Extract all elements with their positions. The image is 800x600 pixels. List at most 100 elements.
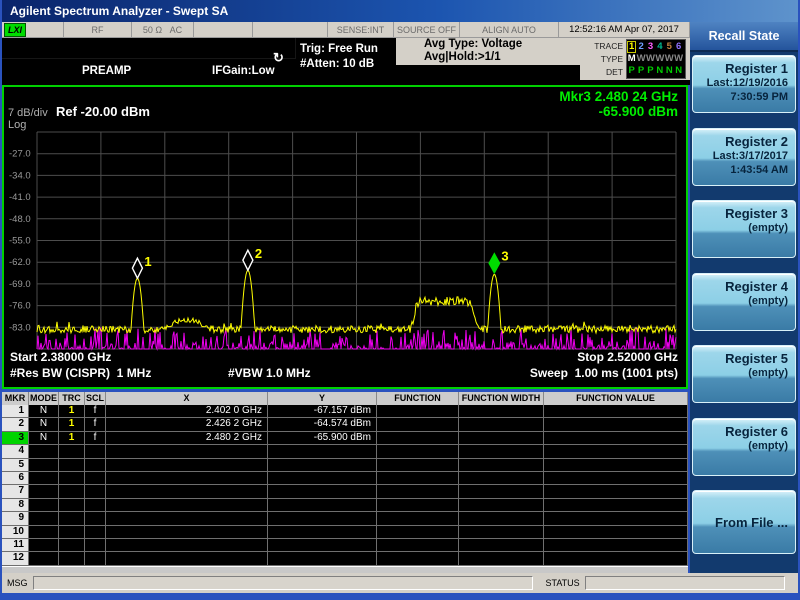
mt-cell: [106, 458, 268, 472]
annotation-area: Trig: Free Run #Atten: 10 dB PREAMP IFGa…: [2, 38, 690, 85]
window-title-bar[interactable]: Agilent Spectrum Analyzer - Swept SA: [2, 0, 798, 22]
col-header-y: Y: [268, 392, 377, 405]
status-cell-8: 12:52:16 AM Apr 07, 2017: [559, 22, 690, 37]
softkey-register-4[interactable]: Register 4 (empty): [692, 273, 796, 331]
mt-cell: [59, 552, 85, 565]
redacted-measurement-title: [2, 38, 296, 59]
y-tick-label: -76.0: [9, 301, 31, 312]
trace-6-number: 6: [676, 41, 682, 52]
marker-table: MKR MODE TRC SCL X Y FUNCTION FUNCTION WIDTH FUN…: [2, 392, 688, 566]
mt-cell: [459, 472, 544, 485]
mt-cell: [59, 525, 85, 539]
mt-cell: [29, 498, 59, 512]
softkey-register-5[interactable]: Register 5 (empty): [692, 345, 796, 403]
y-tick-label: -55.0: [9, 236, 31, 247]
mt-cell: [544, 458, 688, 472]
y-tick-label: -83.0: [9, 322, 31, 333]
start-freq-label: Start 2.38000 GHz: [10, 350, 112, 364]
trace-6-type-icon: W: [674, 53, 684, 64]
y-tick-label: -34.0: [9, 170, 31, 181]
mt-cell: [85, 552, 106, 565]
status-cell-0: LXI: [2, 22, 64, 37]
mt-cell: [377, 512, 459, 525]
marker-table-row-7: 7: [2, 485, 688, 499]
mt-cell: 9: [2, 512, 29, 525]
mt-cell: [59, 445, 85, 458]
separator-strip: [2, 566, 688, 573]
type-label: TYPE: [600, 54, 623, 64]
marker-table-row-6: 6: [2, 472, 688, 486]
mt-cell: [29, 485, 59, 498]
marker-table-row-2: 2 N 1 f 2.426 2 GHz -64.574 dBm: [2, 418, 688, 432]
rbw-label: #Res BW (CISPR) 1 MHz: [10, 366, 152, 380]
mt-cell: [85, 498, 106, 512]
mt-cell: [85, 525, 106, 539]
status-label: STATUS: [545, 578, 580, 588]
mt-cell: [459, 458, 544, 472]
sweep-time-label: Sweep 1.00 ms (1001 pts): [529, 366, 678, 380]
marker-table-row-1: 1 N 1 f 2.402 0 GHz -67.157 dBm: [2, 405, 688, 419]
trace-3-number: 3: [647, 41, 654, 52]
trace-legend: TRACE TYPE DET 123456 MWWWWW PPPNNN: [580, 38, 690, 80]
mt-cell: 11: [2, 539, 29, 552]
softkey-detail: 7:30:59 PM: [730, 91, 788, 103]
mt-cell: [459, 512, 544, 525]
msg-label: MSG: [7, 578, 28, 588]
col-header-function-width: FUNCTION WIDTH: [459, 392, 544, 405]
mt-cell: [544, 498, 688, 512]
mt-cell: [377, 552, 459, 565]
mt-cell: [59, 539, 85, 552]
marker-table-row-8: 8: [2, 498, 688, 513]
mt-cell: [85, 445, 106, 458]
mt-cell: [29, 539, 59, 552]
trace-6-detector: N: [675, 65, 683, 76]
col-header-x: X: [106, 392, 268, 405]
trace-1-type-icon: M: [627, 53, 636, 64]
trace-4-number: 4: [657, 41, 663, 52]
det-label: DET: [606, 67, 623, 77]
atten-annotation: #Atten: 10 dB: [300, 58, 375, 70]
mt-cell: [29, 552, 59, 565]
mt-cell: -67.157 dBm: [268, 405, 377, 418]
softkey-register-1[interactable]: Register 1 Last:12/19/2016 7:30:59 PM: [692, 55, 796, 113]
mt-cell: [459, 445, 544, 458]
trace-types-row: MWWWWW: [627, 53, 685, 65]
marker-1-diamond: [131, 256, 144, 280]
mt-cell: N: [29, 418, 59, 431]
mt-cell: f: [85, 405, 106, 418]
softkey-label: Register 2: [725, 134, 788, 149]
analyzer-window: Agilent Spectrum Analyzer - Swept SA LXI…: [0, 0, 800, 600]
softkey-from-file[interactable]: From File ...: [692, 490, 796, 554]
softkey-register-2[interactable]: Register 2 Last:3/17/2017 1:43:54 AM: [692, 128, 796, 186]
softkey-detail: Last:3/17/2017: [712, 150, 788, 162]
mt-cell: [377, 498, 459, 512]
mt-cell: -65.900 dBm: [268, 431, 377, 445]
status-cell-1: RF: [64, 22, 132, 37]
marker-table-row-12: 12: [2, 552, 688, 566]
marker-readout-freq: Mkr3 2.480 24 GHz: [559, 89, 678, 104]
mt-cell: 1: [59, 418, 85, 431]
trace-2-number: 2: [638, 41, 644, 52]
msg-field: [32, 576, 533, 590]
mt-cell: [544, 539, 688, 552]
softkey-detail: (empty): [748, 222, 788, 234]
mt-cell: [85, 539, 106, 552]
trace-4-type-icon: W: [655, 53, 665, 64]
mt-cell: 2.480 2 GHz: [106, 431, 268, 445]
mt-cell: [106, 472, 268, 485]
mt-cell: 5: [2, 458, 29, 472]
softkey-register-6[interactable]: Register 6 (empty): [692, 418, 796, 476]
mt-cell: 12: [2, 552, 29, 565]
mt-cell: 2: [2, 418, 29, 431]
mt-cell: [459, 405, 544, 418]
log-scale-label: Log: [8, 119, 27, 131]
mt-cell: [544, 512, 688, 525]
mt-cell: [268, 498, 377, 512]
mt-cell: [268, 539, 377, 552]
mt-cell: 2.402 0 GHz: [106, 405, 268, 418]
stop-freq-label: Stop 2.52000 GHz: [577, 350, 678, 364]
mt-cell: [377, 431, 459, 445]
marker-3-diamond: [488, 252, 501, 275]
softkey-label: Register 4: [725, 279, 788, 294]
softkey-register-3[interactable]: Register 3 (empty): [692, 200, 796, 258]
